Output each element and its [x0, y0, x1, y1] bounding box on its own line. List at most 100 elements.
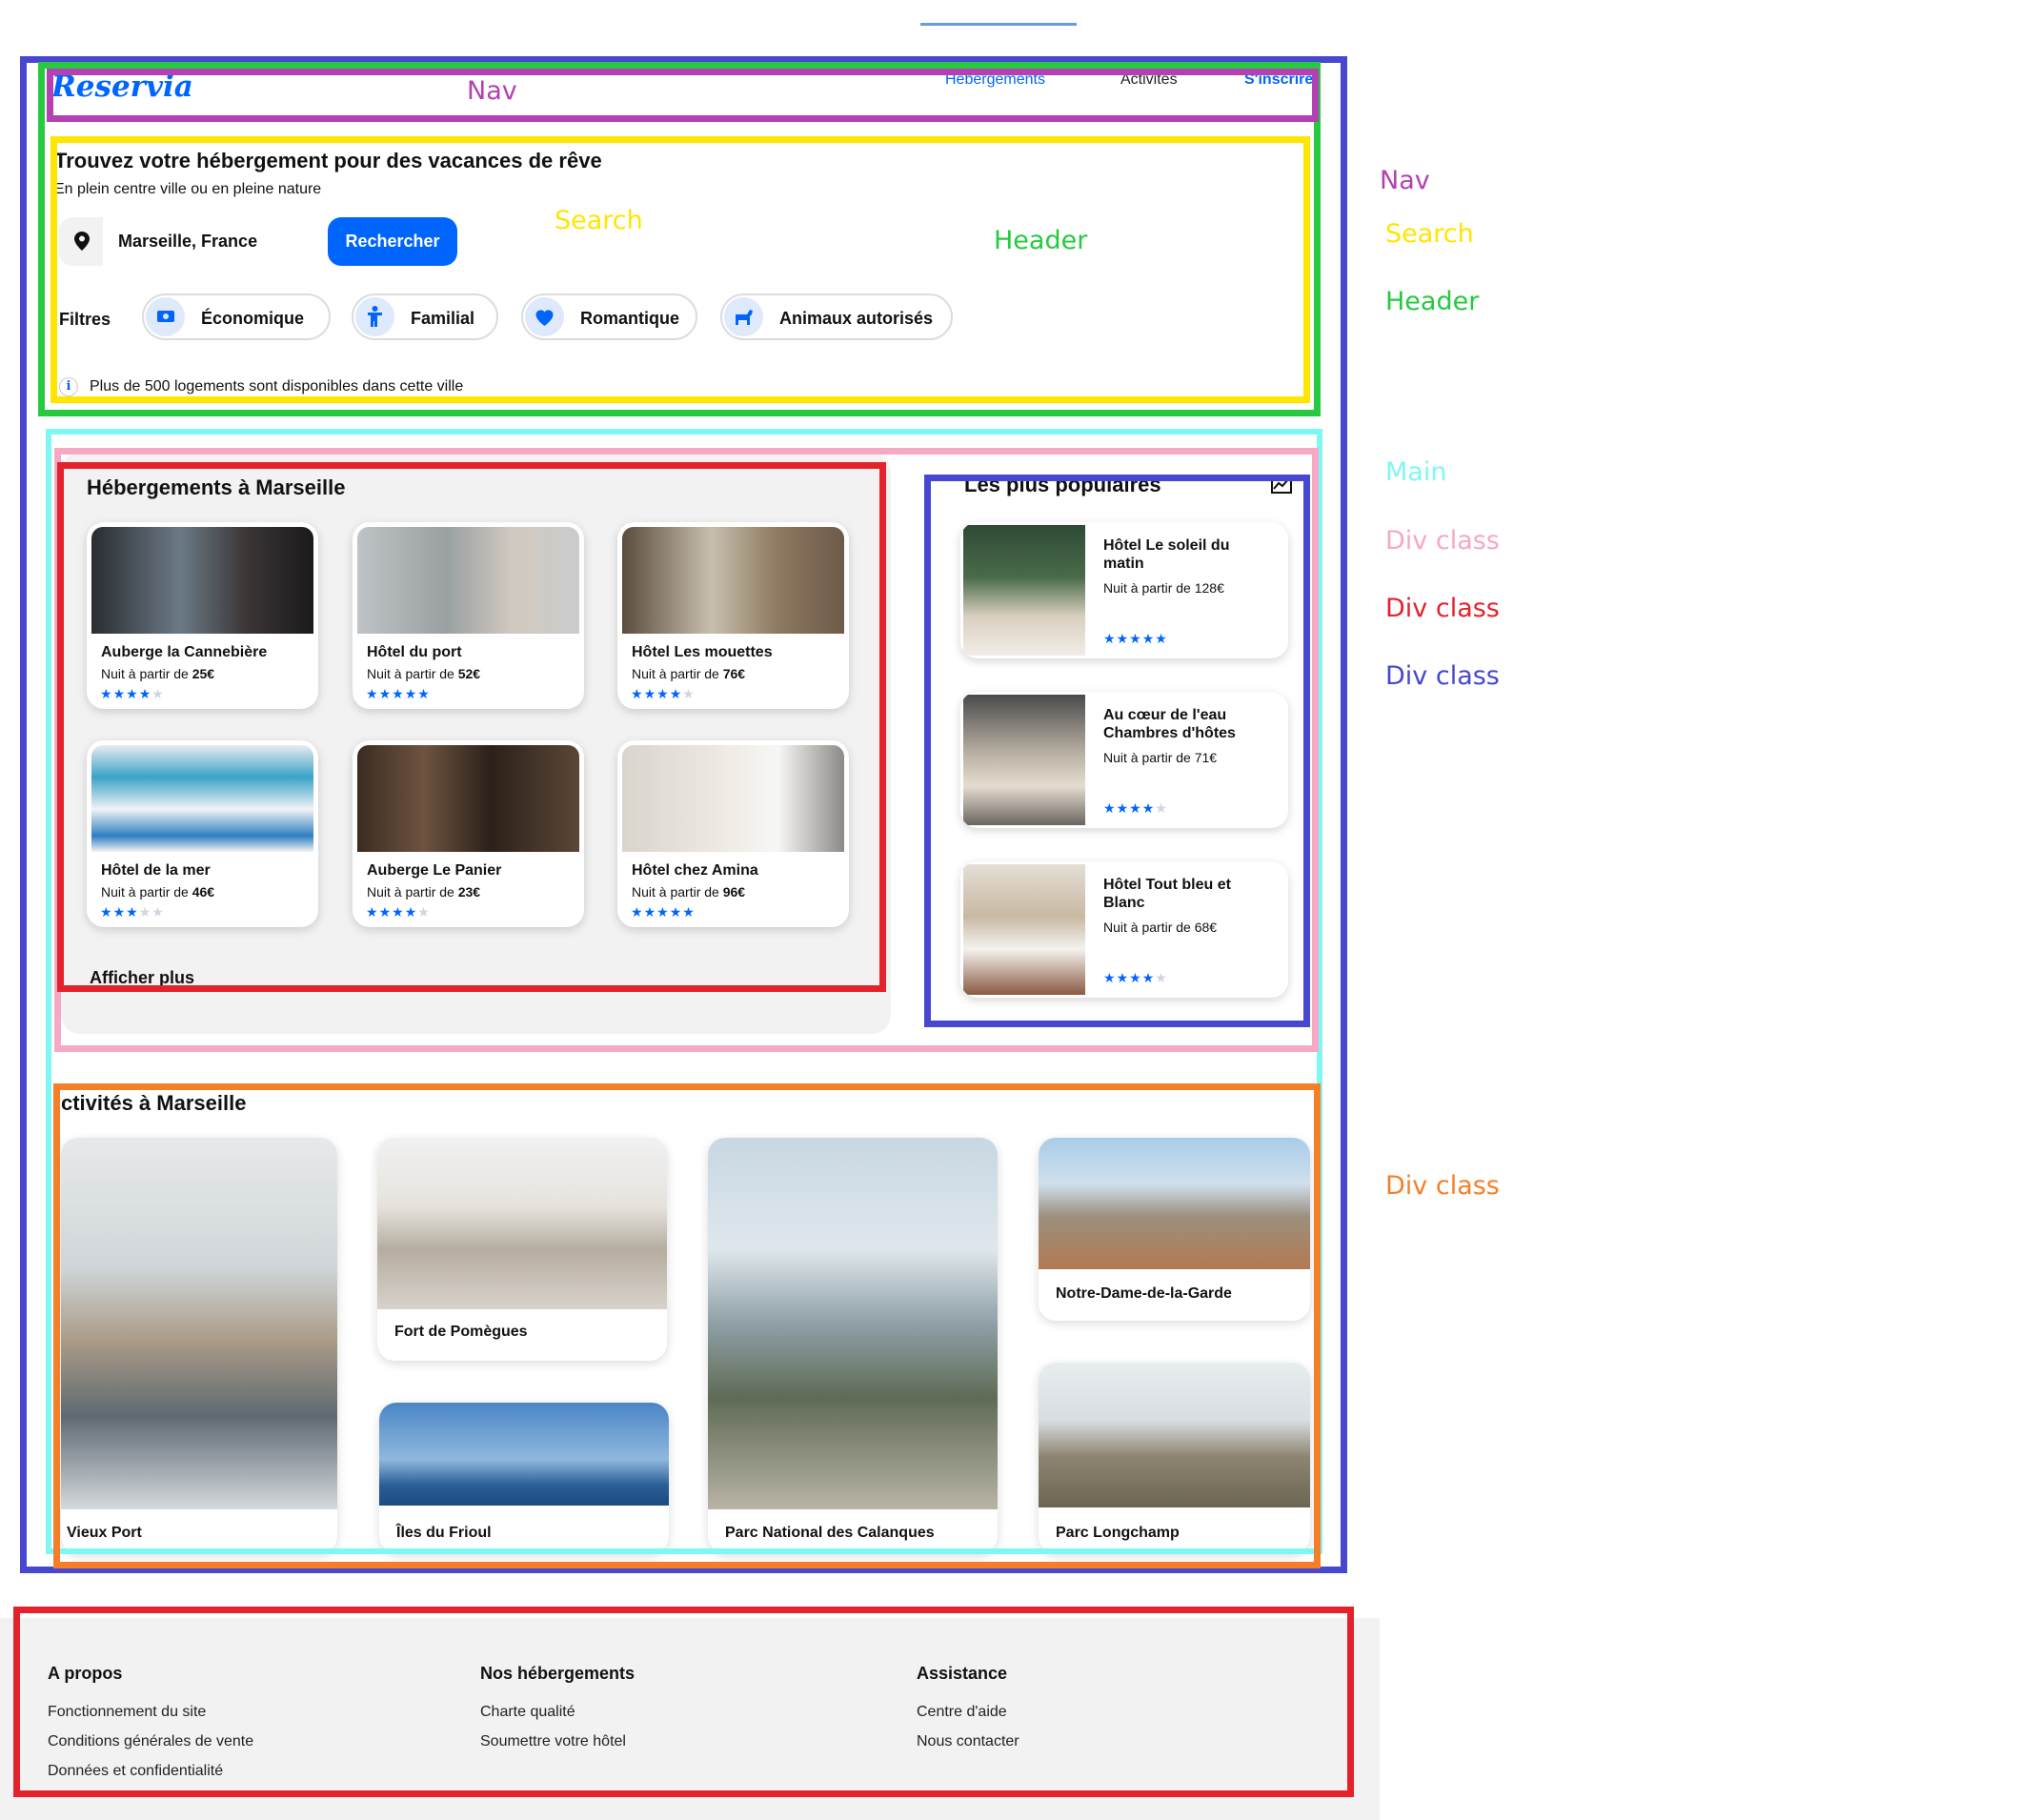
footer-col-title: A propos	[48, 1664, 123, 1683]
rating-stars: ★★★★★	[631, 686, 696, 702]
star-filled-icon: ★	[404, 686, 418, 701]
show-more-link[interactable]: Afficher plus	[90, 968, 194, 988]
activity-card[interactable]: Parc National des Calanques	[708, 1138, 998, 1553]
star-filled-icon: ★	[126, 904, 139, 920]
footer	[0, 1618, 1380, 1820]
filter-romantique[interactable]: Romantique	[521, 293, 697, 340]
annotation-label-search: Search	[1385, 219, 1474, 249]
activity-photo	[379, 1403, 669, 1506]
star-empty-icon: ★	[151, 686, 165, 701]
activity-card[interactable]: Parc Longchamp	[1039, 1363, 1310, 1553]
rating-stars: ★★★★★	[1103, 631, 1168, 647]
activity-photo	[708, 1138, 998, 1509]
activity-photo	[377, 1138, 667, 1309]
annotation-label-divclass: Div class	[1385, 661, 1500, 691]
hotel-photo	[622, 527, 844, 634]
hotel-price: Nuit à partir de 25€	[101, 666, 215, 681]
star-filled-icon: ★	[366, 686, 379, 701]
star-filled-icon: ★	[378, 686, 393, 701]
star-filled-icon: ★	[1116, 800, 1130, 816]
footer-link[interactable]: Conditions générales de vente	[48, 1733, 253, 1750]
footer-link[interactable]: Soumettre votre hôtel	[480, 1733, 626, 1750]
hotel-card[interactable]: Hôtel Les mouettes Nuit à partir de 76€ …	[617, 522, 849, 709]
search-button[interactable]: Rechercher	[328, 217, 457, 266]
popular-card[interactable]: Hôtel Le soleil du matin Nuit à partir d…	[960, 522, 1288, 658]
star-filled-icon: ★	[631, 686, 644, 701]
star-filled-icon: ★	[404, 904, 418, 920]
hotel-name: Auberge Le Panier	[367, 862, 502, 879]
hotel-photo	[357, 527, 579, 634]
hotel-card[interactable]: Hôtel du port Nuit à partir de 52€ ★★★★★	[353, 522, 584, 709]
hotel-name: Hôtel de la mer	[101, 862, 211, 879]
filters-label: Filtres	[59, 310, 111, 329]
hotel-photo	[357, 745, 579, 852]
top-divider	[920, 23, 1077, 26]
annotation-label-nav: Nav	[1380, 166, 1430, 195]
rating-stars: ★★★★★	[100, 904, 165, 920]
heart-icon	[525, 297, 564, 336]
hotel-price: Nuit à partir de 52€	[367, 666, 481, 681]
activity-card[interactable]: Îles du Frioul	[379, 1403, 669, 1553]
activity-card[interactable]: Vieux Port	[61, 1138, 337, 1553]
star-filled-icon: ★	[1155, 631, 1168, 646]
footer-link[interactable]: Nous contacter	[917, 1733, 1019, 1750]
star-filled-icon: ★	[138, 686, 152, 701]
annotation-label-divclass: Div class	[1385, 594, 1500, 623]
nav-link-activites[interactable]: Activités	[1120, 71, 1178, 89]
popular-photo	[963, 525, 1085, 656]
activity-photo	[1039, 1138, 1310, 1269]
activity-name: Îles du Frioul	[396, 1525, 492, 1541]
nav-link-signup[interactable]: S'inscrire	[1244, 71, 1313, 89]
filter-familial[interactable]: Familial	[352, 293, 498, 340]
star-empty-icon: ★	[151, 904, 165, 920]
hotel-name: Hôtel du port	[367, 644, 462, 660]
star-filled-icon: ★	[1116, 970, 1130, 985]
star-filled-icon: ★	[417, 686, 431, 701]
hotel-name: Auberge la Cannebière	[101, 644, 268, 660]
activity-name: Fort de Pomègues	[394, 1324, 528, 1340]
footer-link[interactable]: Données et confidentialité	[48, 1763, 223, 1780]
search-bar: Marseille, France Rechercher	[59, 217, 457, 266]
filter-economique[interactable]: Économique	[142, 293, 331, 340]
popular-card[interactable]: Hôtel Tout bleu et Blanc Nuit à partir d…	[960, 861, 1288, 998]
star-filled-icon: ★	[1129, 970, 1142, 985]
popular-card[interactable]: Au cœur de l'eau Chambres d'hôtes Nuit à…	[960, 692, 1288, 828]
nav-link-hebergements[interactable]: Hébergements	[945, 71, 1045, 89]
footer-link[interactable]: Fonctionnement du site	[48, 1704, 206, 1721]
star-filled-icon: ★	[1103, 970, 1117, 985]
logo[interactable]: Reservia	[51, 70, 193, 104]
activity-name: Notre-Dame-de-la-Garde	[1056, 1285, 1232, 1302]
rating-stars: ★★★★★	[1103, 970, 1168, 986]
hotel-photo	[91, 745, 313, 852]
hotel-price: Nuit à partir de 46€	[101, 884, 215, 900]
trending-up-icon	[1271, 475, 1292, 494]
star-filled-icon: ★	[366, 904, 379, 920]
activity-card[interactable]: Fort de Pomègues	[377, 1138, 667, 1361]
hotel-card[interactable]: Auberge Le Panier Nuit à partir de 23€ ★…	[353, 740, 584, 927]
hotel-card[interactable]: Hôtel chez Amina Nuit à partir de 96€ ★★…	[617, 740, 849, 927]
rating-stars: ★★★★★	[366, 686, 431, 702]
footer-link[interactable]: Centre d'aide	[917, 1704, 1007, 1721]
activity-card[interactable]: Notre-Dame-de-la-Garde	[1039, 1138, 1310, 1321]
activites-title: ctivités à Marseille	[61, 1091, 247, 1115]
hotel-card[interactable]: Auberge la Cannebière Nuit à partir de 2…	[87, 522, 318, 709]
activity-name: Parc National des Calanques	[725, 1525, 935, 1541]
footer-col-title: Nos hébergements	[480, 1664, 636, 1683]
filter-animaux[interactable]: Animaux autorisés	[720, 293, 953, 340]
popular-name: Hôtel Le soleil du matin	[1103, 537, 1230, 572]
star-filled-icon: ★	[392, 686, 405, 701]
hotel-card[interactable]: Hôtel de la mer Nuit à partir de 46€ ★★★…	[87, 740, 318, 927]
footer-link[interactable]: Charte qualité	[480, 1704, 575, 1721]
star-filled-icon: ★	[100, 686, 113, 701]
star-filled-icon: ★	[378, 904, 393, 920]
popular-price: Nuit à partir de 71€	[1103, 750, 1218, 765]
rating-stars: ★★★★★	[1103, 800, 1168, 817]
star-filled-icon: ★	[126, 686, 139, 701]
footer-col-title: Assistance	[917, 1664, 1008, 1683]
hotel-name: Hôtel chez Amina	[632, 862, 758, 879]
star-filled-icon: ★	[1103, 800, 1117, 816]
rating-stars: ★★★★★	[366, 904, 431, 920]
star-filled-icon: ★	[1141, 800, 1156, 816]
hero-title: Trouvez votre hébergement pour des vacan…	[54, 149, 602, 172]
hotel-price: Nuit à partir de 76€	[632, 666, 746, 681]
